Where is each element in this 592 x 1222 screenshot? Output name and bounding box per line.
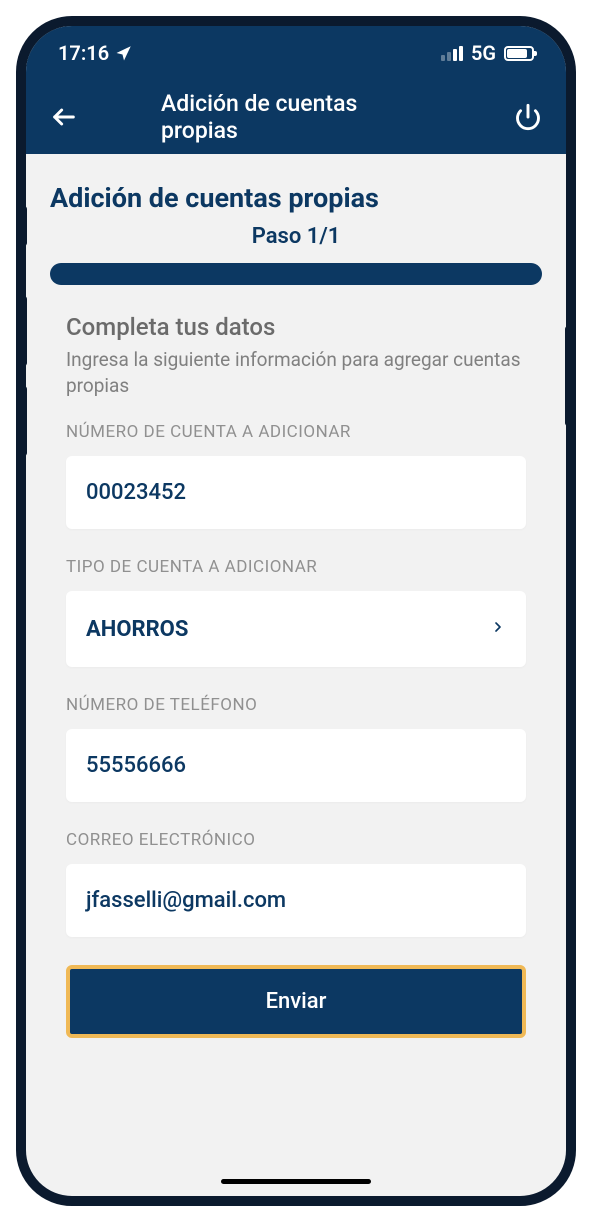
email-value: jfasselli@gmail.com — [86, 888, 286, 913]
network-label: 5G — [471, 41, 496, 65]
back-button[interactable] — [50, 103, 78, 131]
email-input[interactable]: jfasselli@gmail.com — [66, 864, 526, 937]
phone-value: 55556666 — [86, 753, 186, 778]
submit-label: Enviar — [266, 989, 327, 1014]
account-type-value: AHORROS — [86, 617, 188, 642]
phone-label: NÚMERO DE TELÉFONO — [66, 695, 526, 715]
account-number-label: NÚMERO DE CUENTA A ADICIONAR — [66, 422, 526, 442]
account-type-select[interactable]: AHORROS — [66, 591, 526, 667]
account-type-label: TIPO DE CUENTA A ADICIONAR — [66, 557, 526, 577]
step-label: Paso 1/1 — [50, 224, 542, 249]
side-button — [21, 206, 27, 246]
progress-bar — [50, 263, 542, 285]
power-icon — [514, 103, 542, 131]
home-indicator[interactable] — [221, 1179, 371, 1184]
location-icon — [115, 44, 133, 62]
nav-header: Adición de cuentas propias — [26, 80, 566, 154]
side-button — [21, 296, 27, 366]
section-title: Completa tus datos — [66, 313, 526, 341]
battery-icon — [504, 46, 534, 61]
phone-frame: 17:16 5G Adición de cuentas propias Adic… — [16, 16, 576, 1206]
side-button — [21, 386, 27, 456]
section-description: Ingresa la siguiente información para ag… — [66, 347, 526, 398]
account-number-input[interactable]: 00023452 — [66, 456, 526, 529]
page-title: Adición de cuentas propias — [50, 182, 542, 214]
status-bar: 17:16 5G — [26, 26, 566, 80]
phone-input[interactable]: 55556666 — [66, 729, 526, 802]
content-area: Adición de cuentas propias Paso 1/1 Comp… — [26, 154, 566, 1058]
chevron-right-icon — [490, 615, 506, 643]
account-number-value: 00023452 — [86, 480, 186, 505]
email-label: CORREO ELECTRÓNICO — [66, 830, 526, 850]
nav-title: Adición de cuentas propias — [161, 90, 431, 144]
signal-icon — [441, 46, 463, 61]
submit-button[interactable]: Enviar — [66, 965, 526, 1038]
side-button — [565, 326, 571, 426]
status-time: 17:16 — [58, 41, 109, 65]
logout-button[interactable] — [514, 103, 542, 131]
arrow-left-icon — [50, 103, 78, 131]
